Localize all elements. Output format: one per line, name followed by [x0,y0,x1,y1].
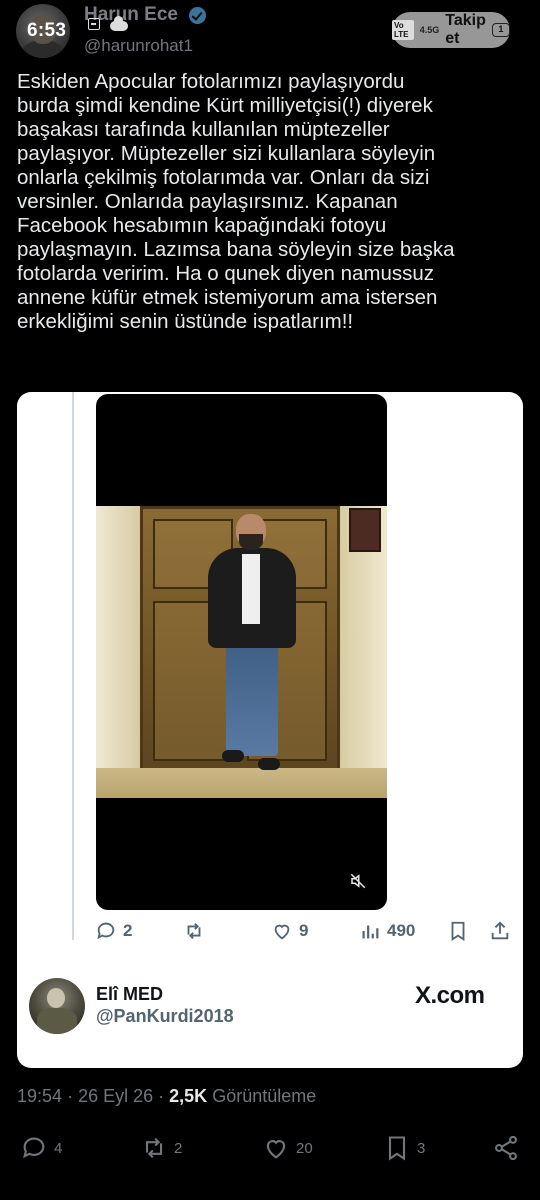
person-shoe [222,750,244,762]
avatar-face [47,988,65,1008]
bookmark-icon [388,1136,406,1161]
person-legs [226,644,278,756]
mute-icon[interactable] [349,872,367,890]
person-shirt [242,554,260,624]
quoted-bookmark-button[interactable] [447,920,469,942]
quoted-reply-button[interactable]: 2 [95,920,132,942]
quoted-tweet-card[interactable]: 2 9 490 Elî MED @PanKurdi2018 X.com [17,392,523,1068]
quoted-like-button[interactable]: 9 [271,920,308,942]
follow-button[interactable]: Vo LTE 4.5G Takip et 1 [392,12,510,48]
views-count[interactable]: 2,5K [169,1086,207,1106]
status-icons [88,16,128,31]
quoted-author-name[interactable]: Elî MED [96,984,163,1005]
heart-icon [266,1140,286,1159]
avatar-body [37,1008,77,1034]
tweet-meta: 19:54 · 26 Eyl 26 · 2,5K Görüntüleme [17,1086,316,1107]
like-count: 20 [296,1139,313,1157]
network-indicator: 4.5G [419,25,440,35]
repost-icon [145,1137,163,1159]
follow-label: Takip et [445,12,486,47]
repost-count: 2 [174,1139,183,1157]
cloud-icon [110,16,128,31]
repost-button[interactable]: 2 [140,1134,182,1162]
share-icon [491,921,509,940]
quoted-author-avatar[interactable] [29,978,85,1034]
person-beard [239,534,263,550]
like-button[interactable]: 20 [262,1134,313,1162]
views-icon [362,925,379,939]
tweet-date: 26 Eyl 26 [78,1086,154,1106]
share-icon [495,1135,517,1161]
tweet-text: Eskiden Apocular fotolarımızı paylaşıyor… [17,70,455,333]
quoted-share-button[interactable] [489,920,511,942]
quoted-views-button[interactable]: 490 [359,920,415,942]
quoted-actions: 2 9 490 [95,920,515,946]
source-label: X.com [415,982,485,1009]
meta-separator: · [158,1086,170,1106]
bookmark-icon [451,921,465,941]
quoted-repost-button[interactable] [183,920,205,942]
notification-icon [88,18,100,30]
reply-button[interactable]: 4 [20,1134,62,1162]
status-bar: Harun Ece @harunrohat1 6:53 Vo LTE 4.5G … [0,0,540,64]
bookmark-button[interactable]: 3 [383,1134,425,1162]
share-button[interactable] [492,1134,520,1162]
reply-icon [97,922,115,940]
heart-icon [274,924,290,940]
reply-count: 4 [54,1139,63,1157]
meta-separator: · [67,1086,79,1106]
volte-icon: Vo LTE [392,20,414,40]
author-handle[interactable]: @harunrohat1 [84,36,193,56]
action-bar: 4 2 20 3 [0,1134,540,1170]
video-player[interactable] [96,394,387,910]
tweet-time: 19:54 [17,1086,63,1106]
status-time: 6:53 [27,20,67,41]
quoted-views-count: 490 [387,921,416,940]
floor [96,768,387,798]
reply-icon [23,1137,45,1159]
quoted-author-handle[interactable]: @PanKurdi2018 [96,1006,234,1027]
verified-badge-icon [189,7,206,24]
wall-left [96,506,138,798]
bookmark-count: 3 [417,1139,426,1157]
person-shoe [258,758,280,770]
quoted-reply-count: 2 [123,921,133,940]
video-frame [96,506,387,798]
repost-icon [187,923,201,939]
wall-sign [349,508,381,552]
views-label: Görüntüleme [212,1086,317,1106]
quoted-like-count: 9 [299,921,309,940]
thread-line [72,392,74,940]
battery-icon: 1 [491,23,510,37]
